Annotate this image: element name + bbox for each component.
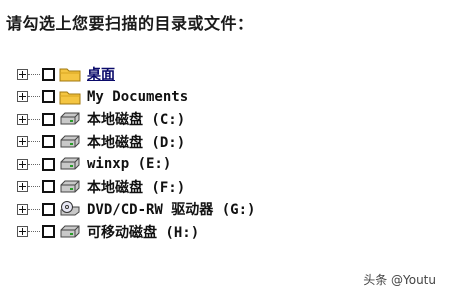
folder-icon xyxy=(59,66,81,82)
tree-item-my-documents[interactable]: My Documents xyxy=(14,86,434,109)
expand-icon[interactable] xyxy=(17,158,28,170)
tree-connector xyxy=(28,186,40,188)
tree-item-drive-c[interactable]: 本地磁盘 (C:) xyxy=(14,108,434,131)
hard-drive-icon xyxy=(59,225,81,239)
checkbox-drive-d[interactable] xyxy=(42,135,55,149)
hard-drive-icon xyxy=(59,112,81,126)
checkbox-drive-e[interactable] xyxy=(42,157,55,171)
tree-item-label: My Documents xyxy=(87,88,189,105)
expand-icon[interactable] xyxy=(17,203,28,215)
expand-icon[interactable] xyxy=(17,68,28,80)
tree-connector xyxy=(28,208,40,210)
expand-icon[interactable] xyxy=(17,136,28,148)
expand-icon[interactable] xyxy=(17,113,28,125)
tree-item-label: winxp (E:) xyxy=(87,156,172,173)
expand-icon[interactable] xyxy=(17,91,28,103)
hard-drive-icon xyxy=(59,180,81,194)
tree-item-drive-d[interactable]: 本地磁盘 (D:) xyxy=(14,131,434,154)
directory-tree: 桌面 My Documents 本地磁盘 (C:) 本地磁盘 (D:) winx… xyxy=(14,63,434,243)
tree-item-label: 本地磁盘 (F:) xyxy=(87,179,186,196)
tree-connector xyxy=(28,231,40,233)
tree-connector xyxy=(28,163,40,165)
tree-item-drive-g[interactable]: DVD/CD-RW 驱动器 (G:) xyxy=(14,198,434,221)
tree-connector xyxy=(28,96,40,98)
expand-icon[interactable] xyxy=(17,226,28,238)
checkbox-drive-h[interactable] xyxy=(42,225,55,239)
tree-item-label: 本地磁盘 (D:) xyxy=(87,134,186,151)
hard-drive-icon xyxy=(59,135,81,149)
expand-icon[interactable] xyxy=(17,181,28,193)
tree-item-drive-f[interactable]: 本地磁盘 (F:) xyxy=(14,176,434,199)
tree-item-desktop[interactable]: 桌面 xyxy=(14,63,434,86)
checkbox-desktop[interactable] xyxy=(42,67,55,81)
tree-connector xyxy=(28,73,40,75)
cd-drive-icon xyxy=(59,201,81,217)
tree-connector xyxy=(28,118,40,120)
folder-icon xyxy=(59,89,81,105)
tree-item-label: 本地磁盘 (C:) xyxy=(87,112,186,129)
tree-item-label: DVD/CD-RW 驱动器 (G:) xyxy=(87,202,256,219)
scan-prompt-label: 请勾选上您要扫描的目录或文件： xyxy=(6,14,254,33)
tree-item-label: 桌面 xyxy=(87,67,115,84)
tree-item-drive-e[interactable]: winxp (E:) xyxy=(14,153,434,176)
tree-connector xyxy=(28,141,40,143)
watermark: 头条 @Youtu xyxy=(363,273,436,287)
tree-item-label: 可移动磁盘 (H:) xyxy=(87,224,200,241)
checkbox-drive-c[interactable] xyxy=(42,112,55,126)
checkbox-my-documents[interactable] xyxy=(42,90,55,104)
tree-item-drive-h[interactable]: 可移动磁盘 (H:) xyxy=(14,221,434,244)
hard-drive-icon xyxy=(59,157,81,171)
checkbox-drive-f[interactable] xyxy=(42,180,55,194)
checkbox-drive-g[interactable] xyxy=(42,202,55,216)
